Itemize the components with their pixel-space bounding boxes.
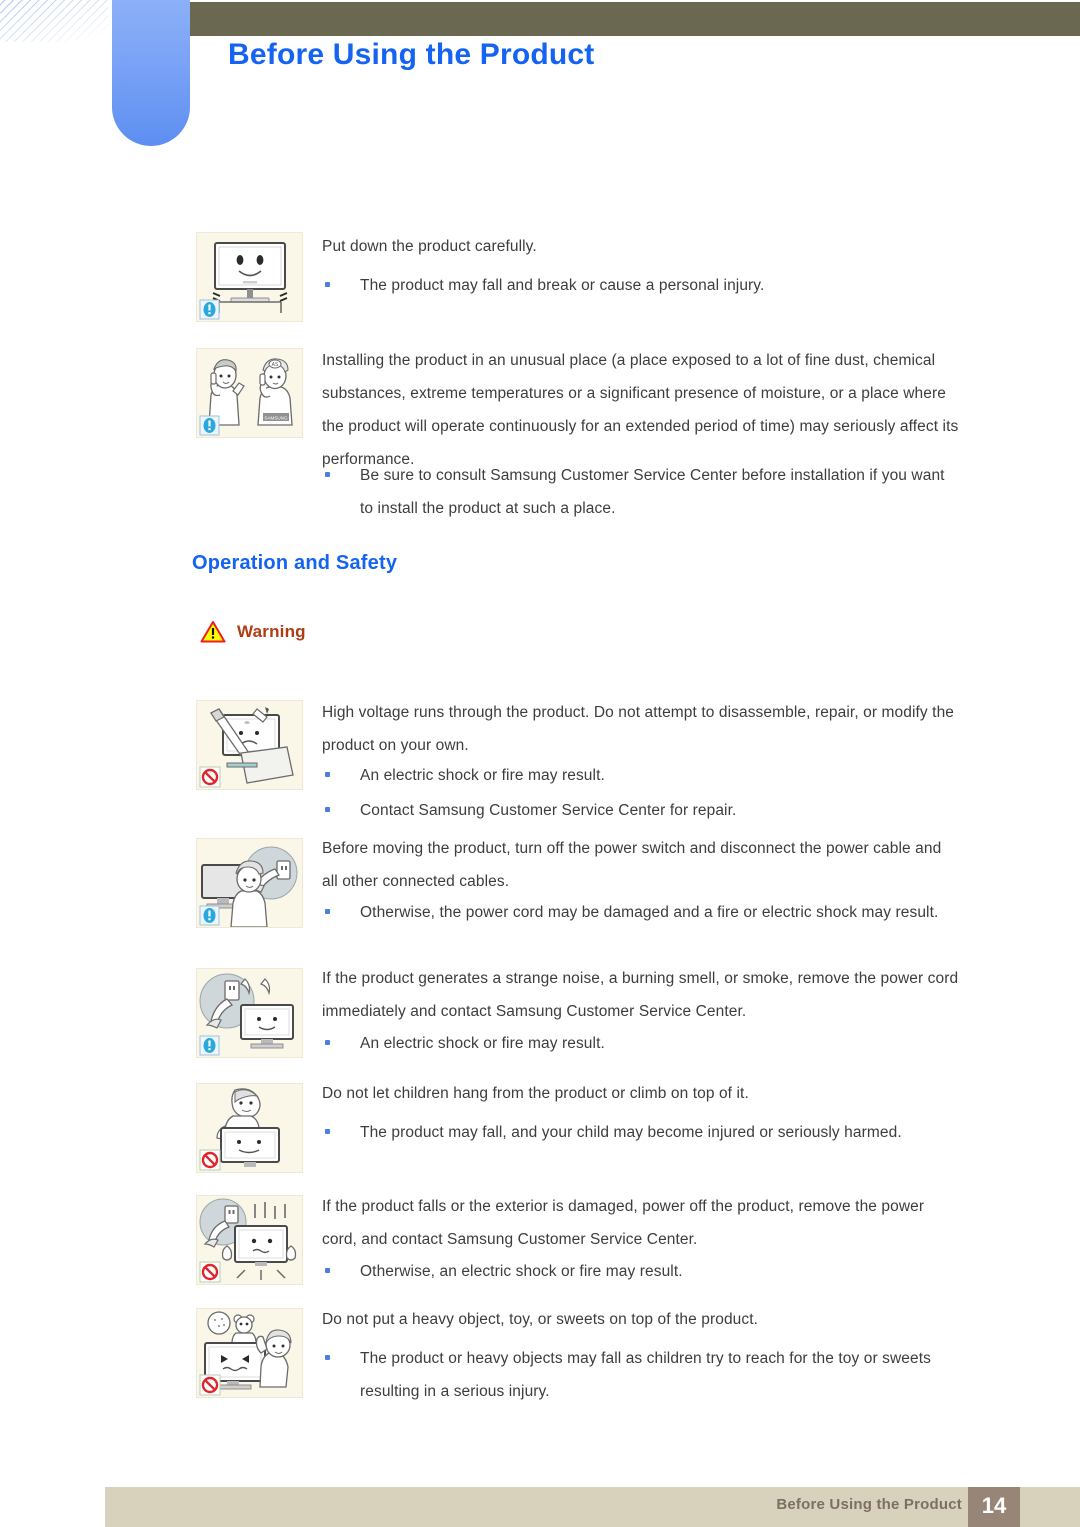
prohibited-red-badge [199,766,221,788]
block-bullet: An electric shock or fire may result. [322,1027,960,1060]
bullet-text: The product may fall, and your child may… [360,1124,902,1141]
bullet-dot [325,1040,330,1045]
info-blue-badge [199,299,220,320]
bullet-text: Be sure to consult Samsung Customer Serv… [360,467,945,517]
corner-hatch-decoration [0,0,108,42]
bullet-dot [325,772,330,777]
info-blue-badge [199,905,220,926]
bullet-dot [325,1268,330,1273]
warning-label: Warning [237,622,306,641]
illustration-smoke-burning-smell-unplug [196,968,303,1058]
bullet-text: Contact Samsung Customer Service Center … [360,802,737,819]
bullet-text: The product or heavy objects may fall as… [360,1350,931,1400]
illustration-heavy-object-toy-on-product-prohibited [196,1308,303,1398]
block-bullet: An electric shock or fire may result. [322,759,960,792]
block-bullet: Be sure to consult Samsung Customer Serv… [322,459,960,525]
prohibited-red-badge [199,1374,221,1396]
bullet-dot [325,807,330,812]
bullet-text: An electric shock or fire may result. [360,1035,605,1052]
bullet-text: Otherwise, the power cord may be damaged… [360,904,939,921]
prohibited-red-badge [199,1261,221,1283]
blue-accent-tab [112,0,190,146]
block-bullet: The product or heavy objects may fall as… [322,1342,960,1408]
warning-triangle-icon [200,621,226,643]
bullet-text: An electric shock or fire may result. [360,767,605,784]
bullet-dot [325,282,330,287]
block-paragraph: If the product falls or the exterior is … [322,1198,925,1248]
page-number: 14 [981,1493,1007,1518]
section-heading: Operation and Safety [192,552,398,574]
block-bullet: The product may fall, and your child may… [322,1116,960,1149]
prohibited-red-badge [199,1149,221,1171]
block-paragraph: Put down the product carefully. [322,238,537,255]
bullet-dot [325,909,330,914]
illustration-two-people-phone-call: AS SAMSUNG [196,348,303,438]
page-title: Before Using the Product [228,38,595,71]
svg-text:SAMSUNG: SAMSUNG [264,416,288,421]
block-bullet: Otherwise, the power cord may be damaged… [322,896,960,929]
block-bullet: The product may fall and break or cause … [322,269,960,302]
illustration-child-hanging-on-monitor-prohibited [196,1083,303,1173]
illustration-unplug-before-moving [196,838,303,928]
bullet-text: The product may fall and break or cause … [360,277,765,294]
block-paragraph: Do not put a heavy object, toy, or sweet… [322,1311,759,1328]
block-paragraph: Installing the product in an unusual pla… [322,352,959,468]
block-paragraph: Do not let children hang from the produc… [322,1085,749,1102]
illustration-screwdriver-disassemble-prohibited [196,700,303,790]
illustration-product-fallen-damaged-unplug [196,1195,303,1285]
footer-chapter-label: Before Using the Product [776,1496,962,1513]
bullet-dot [325,1129,330,1134]
block-paragraph: High voltage runs through the product. D… [322,704,955,754]
bullet-dot [325,472,330,477]
warning-header: Warning [200,620,306,644]
bullet-text: Otherwise, an electric shock or fire may… [360,1263,683,1280]
info-blue-badge [199,1035,220,1056]
bullet-dot [325,1355,330,1360]
block-bullet: Otherwise, an electric shock or fire may… [322,1255,960,1288]
block-paragraph: If the product generates a strange noise… [322,970,959,1020]
svg-text:AS: AS [272,362,279,368]
info-blue-badge [199,415,220,436]
block-bullet: Contact Samsung Customer Service Center … [322,794,960,827]
illustration-monitor-smiley-caution [196,232,303,322]
block-paragraph: Before moving the product, turn off the … [322,840,942,890]
header-olive-bar [190,2,1080,36]
